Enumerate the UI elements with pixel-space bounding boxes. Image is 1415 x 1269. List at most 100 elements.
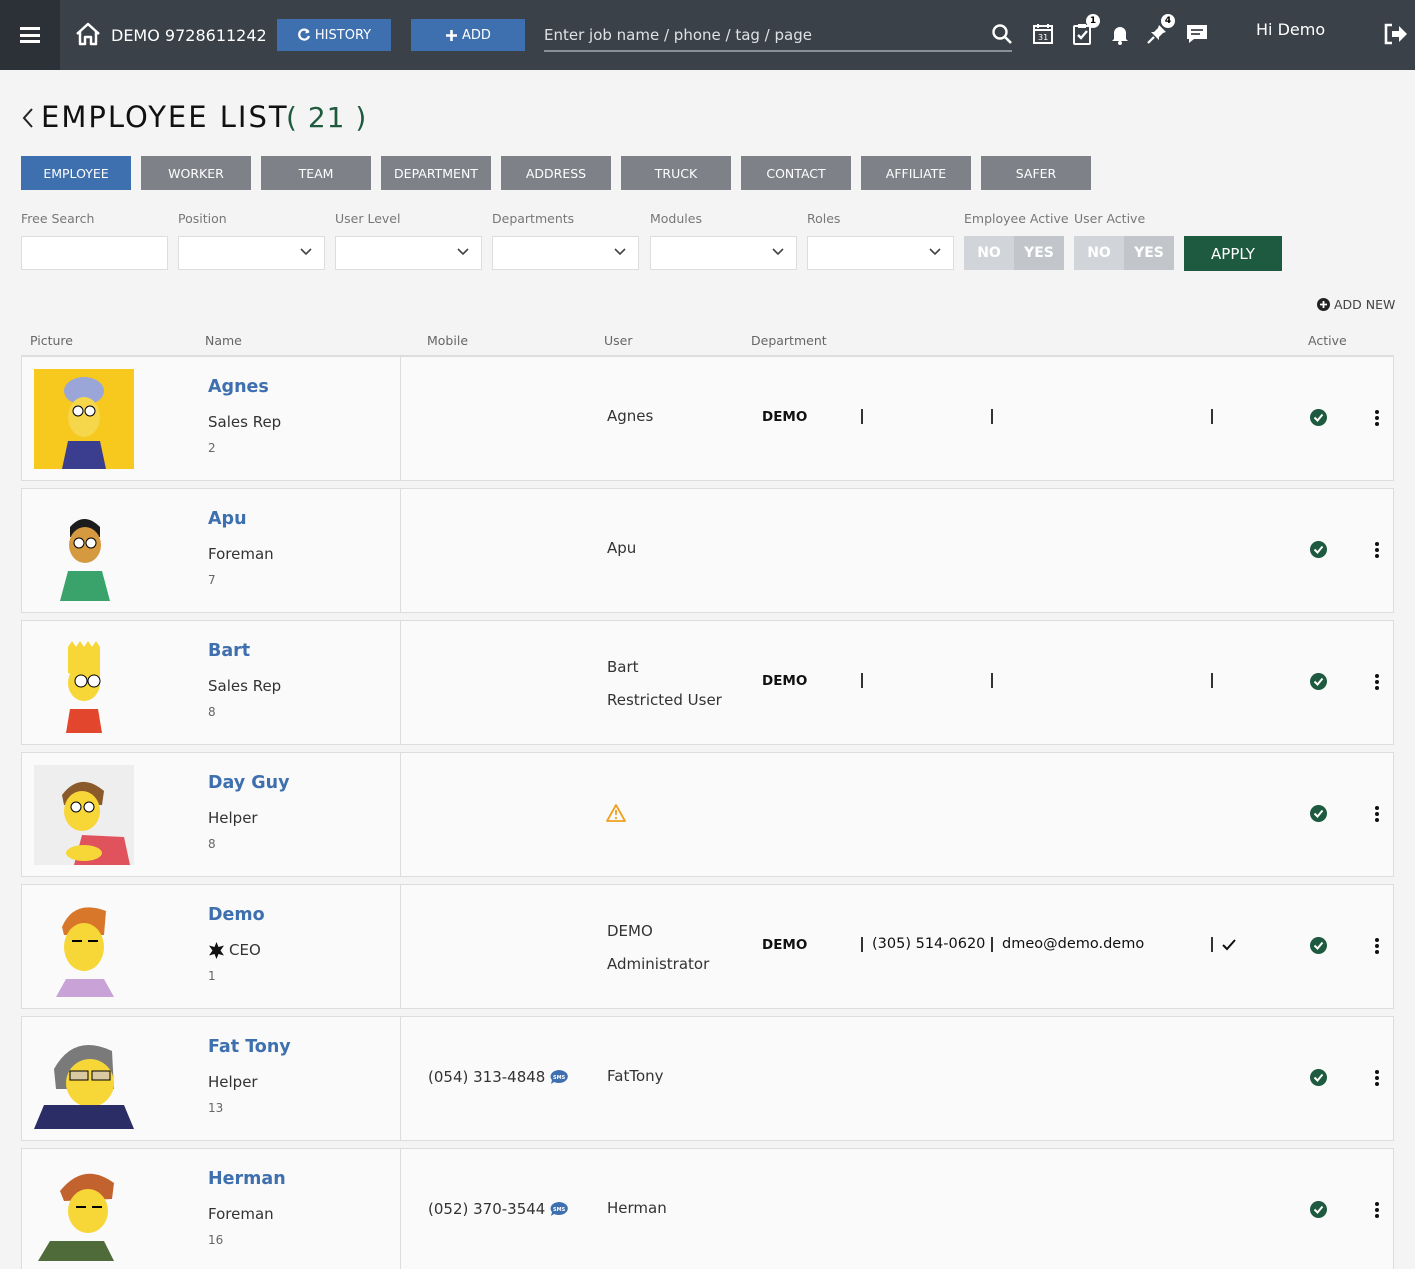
employee-name[interactable]: Apu [208, 509, 247, 529]
table-row[interactable]: Day Guy Helper 8 [21, 752, 1394, 877]
separator [991, 673, 993, 688]
svg-text:SMS: SMS [553, 1207, 566, 1213]
employee-number: 2 [208, 441, 216, 455]
departments-label: Departments [492, 211, 575, 226]
avatar[interactable] [34, 765, 134, 865]
more-options-icon[interactable] [1374, 409, 1380, 427]
sms-icon[interactable]: SMS [549, 1069, 569, 1085]
department: DEMO [762, 409, 808, 425]
active-check-icon [1310, 805, 1327, 822]
row-divider [400, 1017, 401, 1140]
user-active-no[interactable]: NO [1074, 236, 1124, 270]
table-row[interactable]: Apu Foreman 7 Apu [21, 488, 1394, 613]
global-search-input[interactable] [544, 20, 1012, 52]
svg-text:SMS: SMS [553, 1075, 566, 1081]
tab-truck[interactable]: TRUCK [621, 156, 731, 190]
user-active-label: User Active [1074, 211, 1146, 226]
add-new-button[interactable]: ADD NEW [1317, 297, 1395, 312]
employee-name[interactable]: Demo [208, 905, 265, 925]
company-name[interactable]: DEMO 9728611242 [111, 26, 267, 45]
add-button[interactable]: ADD [411, 19, 525, 51]
top-bar: DEMO 9728611242 HISTORY ADD 31 1 4 Hi De… [0, 0, 1415, 70]
employee-position: Helper [208, 809, 258, 827]
more-options-icon[interactable] [1374, 1201, 1380, 1219]
table-row[interactable]: Herman Foreman 16 (052) 370-3544 SMS Her… [21, 1148, 1394, 1269]
user-level: Restricted User [607, 691, 722, 709]
refresh-icon [298, 28, 310, 41]
logout-icon[interactable] [1383, 22, 1409, 46]
free-search-input[interactable] [21, 236, 168, 270]
user-level-select[interactable] [335, 236, 482, 270]
chevron-down-icon [300, 248, 312, 256]
tab-affiliate[interactable]: AFFILIATE [861, 156, 971, 190]
mobile-number[interactable]: (054) 313-4848 SMS [428, 1068, 569, 1086]
mobile-number[interactable]: (052) 370-3544 SMS [428, 1200, 569, 1218]
table-row[interactable]: Agnes Sales Rep 2 Agnes DEMO [21, 356, 1394, 481]
more-options-icon[interactable] [1374, 541, 1380, 559]
active-check-icon [1310, 1069, 1327, 1086]
more-options-icon[interactable] [1374, 937, 1380, 955]
more-options-icon[interactable] [1374, 1069, 1380, 1087]
tab-department[interactable]: DEPARTMENT [381, 156, 491, 190]
employee-active-yes[interactable]: YES [1014, 236, 1064, 270]
more-options-icon[interactable] [1374, 673, 1380, 691]
checkmark-icon [1222, 939, 1236, 951]
col-name: Name [205, 333, 242, 348]
tab-worker[interactable]: WORKER [141, 156, 251, 190]
table-row[interactable]: Fat Tony Helper 13 (054) 313-4848 SMS Fa… [21, 1016, 1394, 1141]
calendar-icon[interactable]: 31 [1031, 22, 1055, 46]
table-row[interactable]: Bart Sales Rep 8 Bart Restricted User DE… [21, 620, 1394, 745]
separator [991, 937, 993, 952]
active-check-icon [1310, 937, 1327, 954]
user-active-yes[interactable]: YES [1124, 236, 1174, 270]
add-new-label: ADD NEW [1334, 297, 1396, 312]
menu-button[interactable] [0, 0, 60, 70]
chat-icon[interactable] [1185, 22, 1209, 46]
search-icon[interactable] [990, 22, 1014, 46]
apply-button[interactable]: APPLY [1184, 236, 1282, 271]
employee-name[interactable]: Day Guy [208, 773, 290, 793]
more-options-icon[interactable] [1374, 805, 1380, 823]
employee-name[interactable]: Bart [208, 641, 250, 661]
avatar[interactable] [34, 1161, 134, 1261]
history-button[interactable]: HISTORY [277, 19, 391, 51]
tab-team[interactable]: TEAM [261, 156, 371, 190]
tab-address[interactable]: ADDRESS [501, 156, 611, 190]
tab-employee[interactable]: EMPLOYEE [21, 156, 131, 190]
row-divider [400, 1149, 401, 1269]
active-check-icon [1310, 541, 1327, 558]
bell-icon[interactable] [1108, 22, 1132, 46]
user-name: Herman [607, 1199, 667, 1217]
home-icon[interactable] [74, 20, 102, 48]
avatar[interactable] [34, 1029, 134, 1129]
avatar[interactable] [34, 633, 134, 733]
employee-name[interactable]: Agnes [208, 377, 269, 397]
back-icon[interactable] [20, 106, 36, 130]
tasks-icon[interactable]: 1 [1070, 14, 1100, 46]
employee-active-label: Employee Active [964, 211, 1069, 226]
modules-select[interactable] [650, 236, 797, 270]
departments-select[interactable] [492, 236, 639, 270]
user-greeting[interactable]: Hi Demo [1256, 20, 1325, 39]
employee-name[interactable]: Herman [208, 1169, 286, 1189]
department-email[interactable]: dmeo@demo.demo [1002, 936, 1144, 952]
roles-select[interactable] [807, 236, 954, 270]
tab-safer[interactable]: SAFER [981, 156, 1091, 190]
position-label: Position [178, 211, 227, 226]
avatar[interactable] [34, 897, 134, 997]
employee-name[interactable]: Fat Tony [208, 1037, 291, 1057]
avatar[interactable] [34, 501, 134, 601]
avatar[interactable] [34, 369, 134, 469]
employee-active-no[interactable]: NO [964, 236, 1014, 270]
user-name: Bart [607, 658, 639, 676]
table-row[interactable]: Demo CEO 1 DEMO Administrator DEMO (305)… [21, 884, 1394, 1009]
active-check-icon [1310, 409, 1327, 426]
employee-position: CEO [208, 941, 261, 959]
department-phone[interactable]: (305) 514-0620 [872, 936, 985, 952]
sms-icon[interactable]: SMS [549, 1201, 569, 1217]
position-text: CEO [229, 941, 261, 959]
position-select[interactable] [178, 236, 325, 270]
pins-badge: 4 [1161, 14, 1175, 28]
tab-contact[interactable]: CONTACT [741, 156, 851, 190]
pin-icon[interactable]: 4 [1145, 14, 1175, 46]
